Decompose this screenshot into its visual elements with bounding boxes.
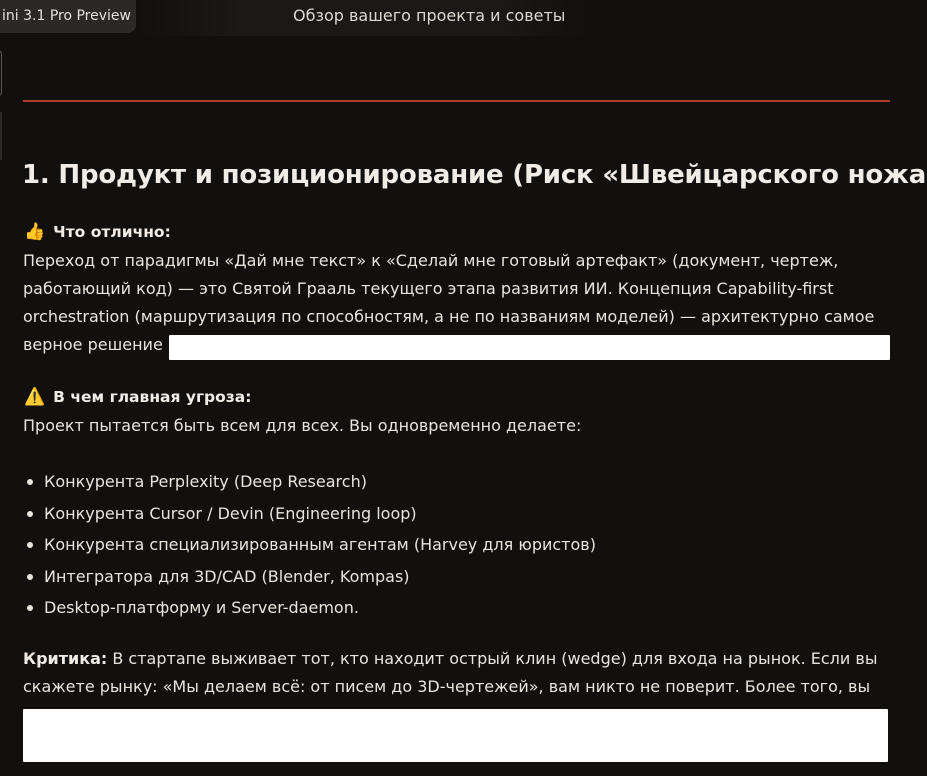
list-item: Конкурента Perplexity (Deep Research) [23, 466, 596, 498]
threat-label-row: ⚠️ В чем главная угроза: [24, 387, 251, 407]
threat-list: Конкурента Perplexity (Deep Research) Ко… [23, 466, 596, 624]
good-text-line: orchestration (маршрутизация по способно… [23, 307, 875, 326]
scroll-indicator [0, 112, 2, 160]
threat-intro: Проект пытается быть всем для всех. Вы о… [23, 416, 582, 435]
thumbs-up-icon: 👍 [24, 222, 46, 242]
critique-line: Критика: В стартапе выживает тот, кто на… [23, 645, 877, 674]
good-text-line: работающий код) — это Святой Грааль теку… [23, 279, 834, 298]
warning-icon: ⚠️ [24, 387, 46, 407]
good-label: Что отлично: [53, 223, 171, 241]
bullet-icon [27, 510, 33, 517]
critique-label: Критика: [23, 649, 108, 668]
page-title: Обзор вашего проекта и советы [293, 6, 566, 25]
redacted-block [169, 335, 890, 360]
list-item: Интегратора для 3D/CAD (Blender, Kompas) [23, 561, 596, 593]
sidebar-edge-button[interactable] [0, 50, 2, 96]
section-heading: 1. Продукт и позиционирование (Риск «Шве… [22, 160, 927, 190]
bullet-icon [27, 479, 33, 485]
good-label-row: 👍 Что отлично: [24, 222, 171, 242]
list-item: Desktop-платформу и Server-daemon. [23, 592, 596, 624]
bullet-icon [27, 542, 33, 548]
critique-line: скажете рынку: «Мы делаем всё: от писем … [23, 677, 871, 696]
list-item: Конкурента специализированным агентам (H… [23, 529, 596, 561]
good-text-line: Переход от парадигмы «Дай мне текст» к «… [23, 251, 839, 270]
list-item: Конкурента Cursor / Devin (Engineering l… [23, 498, 596, 530]
bullet-icon [27, 605, 33, 611]
threat-label: В чем главная угроза: [53, 388, 252, 406]
bullet-icon [27, 573, 33, 580]
section-divider [23, 100, 890, 102]
model-selector[interactable]: ini 3.1 Pro Preview [0, 0, 136, 33]
redacted-block [23, 709, 888, 762]
good-text-line: верное решение [23, 335, 163, 354]
critique-text: В стартапе выживает тот, кто находит ост… [107, 649, 878, 668]
